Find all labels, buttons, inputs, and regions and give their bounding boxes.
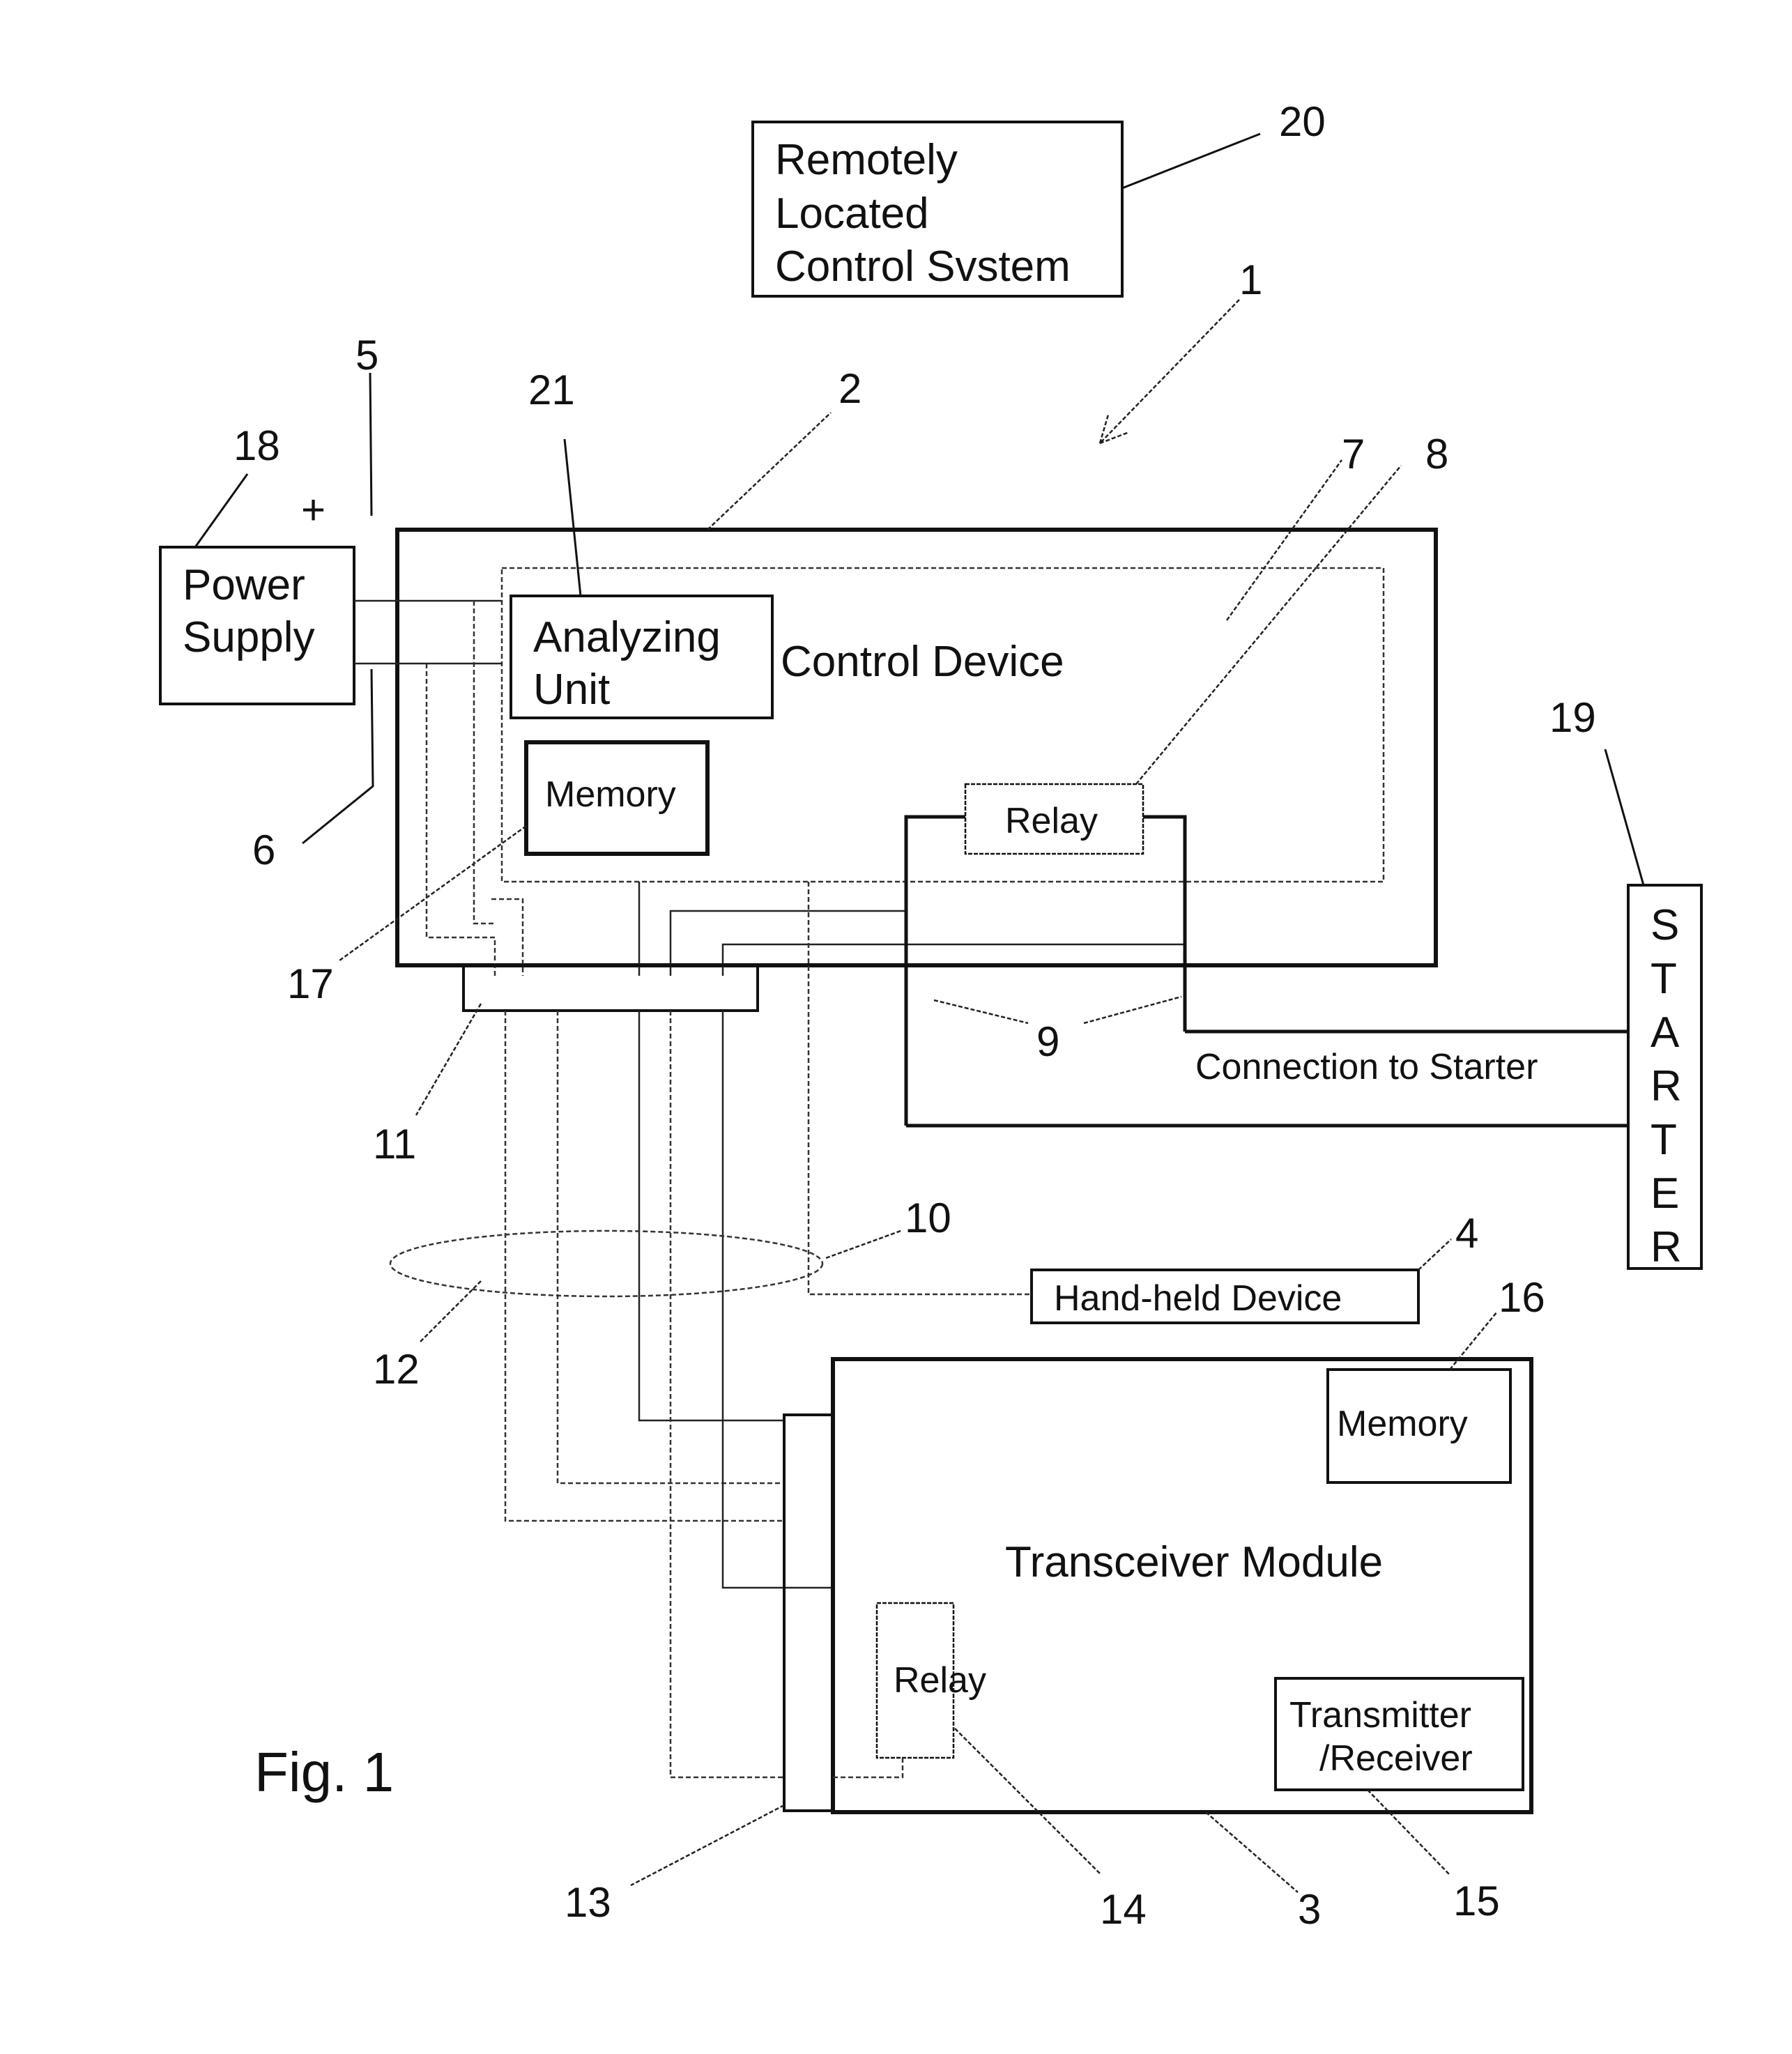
- ref-5: 5: [355, 332, 378, 378]
- transceiver-module: Transceiver Module 3 13 Memory 16 Relay …: [565, 1274, 1545, 1933]
- positive-terminal-symbol: +: [301, 486, 326, 533]
- remote-control-line-3: Control Svstem: [775, 243, 1071, 291]
- ref-13-leader: [630, 1804, 785, 1887]
- ref-1-arrow-shaft: [1099, 299, 1240, 444]
- relay-contact-left: [904, 815, 965, 1126]
- ref-17-leader: [339, 825, 527, 962]
- ref-19: 19: [1549, 694, 1596, 741]
- ref-4-leader: [1418, 1239, 1452, 1271]
- ref-21-leader: [563, 438, 582, 597]
- transceiver-connector-13: [783, 1413, 834, 1812]
- starter-letter-2: T: [1651, 955, 1677, 1003]
- ref-1: 1: [1239, 256, 1262, 303]
- starter: S T A R T E R 19: [1549, 694, 1703, 1271]
- internal-wire-a: [473, 601, 496, 925]
- ref-8-leader: [1135, 465, 1402, 785]
- transmitter-receiver-line-2: /Receiver: [1319, 1738, 1473, 1779]
- analyzing-unit-line-1: Analyzing: [533, 613, 721, 661]
- control-device-label: Control Device: [781, 638, 1064, 686]
- power-supply-line-2: Supply: [183, 613, 315, 661]
- ref-14: 14: [1100, 1886, 1147, 1933]
- handheld-device-label: Hand-held Device: [1054, 1278, 1342, 1319]
- control-memory-label: Memory: [545, 774, 676, 815]
- remote-control-line-1: Remotely: [775, 136, 958, 184]
- transceiver-relay-label: Relay: [894, 1660, 986, 1701]
- ref-18-leader: [194, 473, 249, 548]
- ref-9-leader-left: [933, 999, 1029, 1025]
- remote-control-line-2: Located: [775, 190, 929, 238]
- ref-16: 16: [1499, 1274, 1545, 1321]
- starter-letter-7: R: [1651, 1223, 1682, 1271]
- power-supply-line-1: Power: [183, 561, 305, 609]
- relay-contact-right: [1143, 815, 1187, 1032]
- ref-2: 2: [838, 365, 861, 412]
- starter-letter-5: T: [1651, 1116, 1677, 1164]
- ref-15: 15: [1453, 1878, 1500, 1924]
- ref-9-leader-right: [1083, 995, 1182, 1025]
- control-relay-label: Relay: [1005, 801, 1098, 841]
- power-wires: [354, 599, 502, 976]
- starter-letter-3: A: [1651, 1009, 1680, 1057]
- power-supply: Power Supply + 18 5 6: [159, 332, 378, 873]
- cable-wire-4: [669, 1011, 784, 1779]
- ref-3-leader: [1205, 1811, 1299, 1893]
- cable-wire-1: [504, 1011, 784, 1522]
- starter-letter-6: E: [1651, 1170, 1679, 1218]
- ref-13: 13: [565, 1879, 611, 1926]
- ref-17: 17: [287, 960, 334, 1007]
- system-ref-arrow: 1: [1098, 256, 1262, 445]
- ref-20-leader: [1121, 132, 1261, 190]
- ref-8: 8: [1425, 431, 1448, 477]
- transceiver-memory-label: Memory: [1337, 1404, 1468, 1444]
- cable-wire-3: [638, 1011, 784, 1422]
- ref-12: 12: [373, 1346, 420, 1393]
- patent-diagram: Remotely Located Control Svstem 20 1 Pow…: [159, 98, 1703, 1933]
- ref-5-leader: [369, 372, 373, 516]
- connection-to-starter-label: Connection to Starter: [1195, 1047, 1538, 1087]
- ref-10-leader: [825, 1229, 903, 1259]
- ref-4: 4: [1455, 1210, 1478, 1257]
- internal-wire-f: [721, 943, 1185, 976]
- ref-18: 18: [233, 422, 280, 469]
- ref-3: 3: [1298, 1886, 1321, 1933]
- transmitter-receiver-line-1: Transmitter: [1289, 1695, 1471, 1735]
- controller-wiring: [491, 815, 1187, 1296]
- starter-connection: Connection to Starter 9: [906, 995, 1628, 1128]
- ref-11: 11: [373, 1121, 416, 1167]
- analyzing-unit-line-2: Unit: [533, 666, 610, 714]
- ref-21: 21: [528, 367, 575, 413]
- starter-letter-1: S: [1651, 901, 1679, 949]
- ref-7-leader: [1225, 459, 1343, 621]
- internal-wire-b: [425, 664, 496, 976]
- ref-2-leader: [707, 412, 832, 530]
- ref-9: 9: [1036, 1018, 1059, 1065]
- transceiver-module-label: Transceiver Module: [1005, 1538, 1383, 1586]
- figure-caption: Fig. 1: [254, 1741, 394, 1803]
- ref-10: 10: [905, 1195, 951, 1241]
- connector-11: 11: [373, 964, 759, 1167]
- ref-19-leader: [1604, 749, 1645, 886]
- connector-11-box: [462, 964, 759, 1012]
- ref-11-leader: [415, 1003, 482, 1116]
- ref-6: 6: [252, 827, 275, 873]
- cable-bundle-ellipse: [389, 1229, 824, 1298]
- ref-20: 20: [1279, 98, 1326, 145]
- ref-7: 7: [1342, 431, 1365, 477]
- starter-letter-4: R: [1651, 1062, 1682, 1110]
- ref-12-leader: [420, 1280, 482, 1342]
- handheld-device: Hand-held Device 4: [1030, 1210, 1478, 1324]
